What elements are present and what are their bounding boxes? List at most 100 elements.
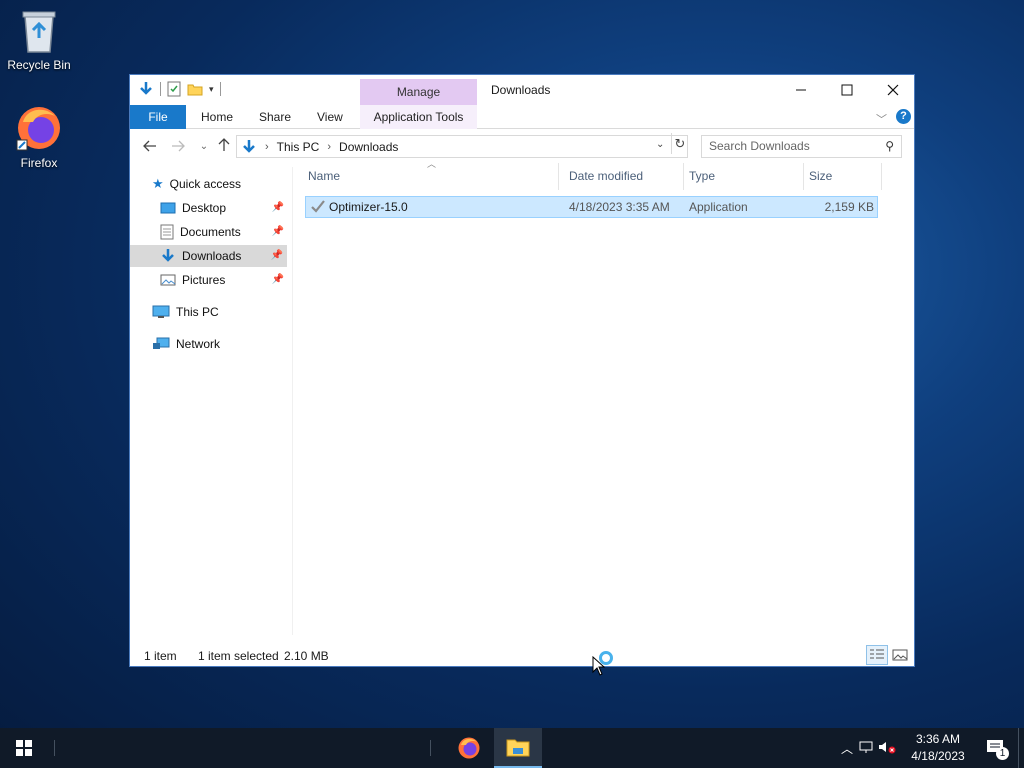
taskbar: ︿ 3:36 AM 4/18/2023 1 [0,728,1024,768]
new-folder-icon[interactable] [187,82,203,96]
action-center-button[interactable]: 1 [978,728,1014,768]
recycle-bin-icon [22,11,56,53]
maximize-button[interactable] [824,75,870,105]
tab-view[interactable]: View [305,105,355,129]
refresh-icon: ↻ [674,136,686,151]
details-view-button[interactable] [866,645,888,665]
system-tray: ︿ [838,728,898,768]
computer-icon [152,305,170,318]
file-list: ︿ Name Date modified Type Size Optimizer… [293,159,913,633]
nav-item-documents[interactable]: Documents 📌 [160,221,288,243]
nav-quick-access[interactable]: ★ Quick access [152,173,288,195]
windows-logo-icon [16,740,32,756]
contextual-tab-manage: Manage [360,79,477,105]
close-button[interactable] [870,75,916,105]
file-name: Optimizer-15.0 [329,200,408,214]
search-placeholder: Search Downloads [709,139,810,153]
busy-spinner-icon [599,651,613,665]
show-hidden-icons-icon[interactable]: ︿ [838,740,856,757]
volume-muted-icon[interactable] [876,740,898,757]
qat-separator [160,82,161,96]
expand-ribbon-icon[interactable]: ﹀ [876,111,887,127]
navigation-bar: ⌄ › This PC › Downloads ⌄ ↻ Search Downl… [130,131,914,161]
nav-this-pc[interactable]: This PC [152,301,288,323]
pin-icon[interactable]: 📌 [271,245,283,267]
up-arrow-icon [218,138,230,151]
search-input[interactable]: Search Downloads ⚲ [701,135,902,158]
recent-locations-button[interactable]: ⌄ [194,137,214,157]
column-header-name[interactable]: Name [303,163,559,190]
status-bar: 1 item 1 item selected 2.10 MB [130,645,914,667]
start-button[interactable] [0,728,48,768]
search-icon: ⚲ [885,139,894,153]
file-explorer-icon [506,739,530,757]
nav-label: Downloads [182,249,242,263]
firefox-icon [16,107,60,151]
show-desktop-button[interactable] [1018,728,1024,768]
back-button[interactable] [140,137,160,157]
title-bar: ▾ Manage Downloads [130,75,914,105]
minimize-button[interactable] [778,75,824,105]
network-status-icon[interactable] [856,740,876,757]
breadcrumb-separator-icon: › [265,140,269,153]
nav-label: Documents [180,225,241,239]
nav-item-downloads[interactable]: Downloads 📌 [130,245,287,267]
navigation-pane: ★ Quick access Desktop 📌 Documents 📌 Dow… [130,167,288,635]
tab-file[interactable]: File [130,105,186,129]
desktop-icon-label: Firefox [20,156,58,170]
large-icons-view-button[interactable] [889,645,911,665]
downloads-folder-icon [243,139,255,153]
chevron-down-icon: ⌄ [199,141,209,152]
pictures-icon [160,274,176,286]
download-arrow-icon[interactable] [138,81,154,97]
notification-badge: 1 [996,747,1009,760]
column-header-date-modified[interactable]: Date modified [564,163,684,190]
refresh-button[interactable]: ↻ [671,133,688,154]
file-type: Application [689,200,748,214]
breadcrumb-this-pc[interactable]: This PC [277,140,320,154]
nav-label: Quick access [169,177,242,191]
documents-icon [160,224,174,240]
file-explorer-window: ▾ Manage Downloads File Home Share View … [129,74,915,667]
nav-item-pictures[interactable]: Pictures 📌 [160,269,288,291]
address-dropdown-icon[interactable]: ⌄ [656,139,664,150]
firefox-icon [458,737,480,759]
selection-size: 2.10 MB [284,649,329,663]
column-header-size[interactable]: Size [804,163,882,190]
taskbar-separator [430,740,431,756]
taskbar-separator [54,740,55,756]
tab-share[interactable]: Share [247,105,303,129]
desktop-icon-firefox[interactable]: Firefox [1,104,77,170]
maximize-icon [841,84,853,96]
breadcrumb-downloads[interactable]: Downloads [339,140,398,154]
selection-count: 1 item selected [198,649,279,663]
column-header-type[interactable]: Type [684,163,804,190]
ribbon-tabs: File Home Share View Application Tools ﹀… [130,105,914,129]
taskbar-file-explorer[interactable] [494,728,542,768]
clock[interactable]: 3:36 AM 4/18/2023 [906,731,970,765]
desktop-icon-label: Recycle Bin [7,58,71,72]
tab-application-tools[interactable]: Application Tools [360,105,477,129]
clock-date: 4/18/2023 [911,749,965,763]
tab-home[interactable]: Home [189,105,245,129]
help-icon[interactable]: ? [896,109,911,124]
up-button[interactable] [214,137,234,157]
breadcrumb-separator-icon: › [327,140,332,153]
nav-label: Desktop [182,201,227,215]
clock-time: 3:36 AM [915,732,961,746]
forward-arrow-icon [172,140,185,152]
pin-icon[interactable]: 📌 [272,269,284,291]
properties-icon[interactable] [167,81,181,97]
taskbar-firefox[interactable] [446,728,492,768]
nav-item-desktop[interactable]: Desktop 📌 [160,197,288,219]
desktop-icon-recycle-bin[interactable]: Recycle Bin [1,6,77,72]
forward-button[interactable] [168,137,188,157]
pin-icon[interactable]: 📌 [272,221,284,243]
nav-network[interactable]: Network [152,333,288,355]
network-icon [153,337,170,349]
address-bar[interactable]: › This PC › Downloads [236,135,688,158]
pin-icon[interactable]: 📌 [272,197,284,219]
file-row[interactable]: Optimizer-15.0 4/18/2023 3:35 AM Applica… [305,196,878,218]
item-count: 1 item [144,649,177,663]
qat-dropdown-icon[interactable]: ▾ [209,84,214,95]
